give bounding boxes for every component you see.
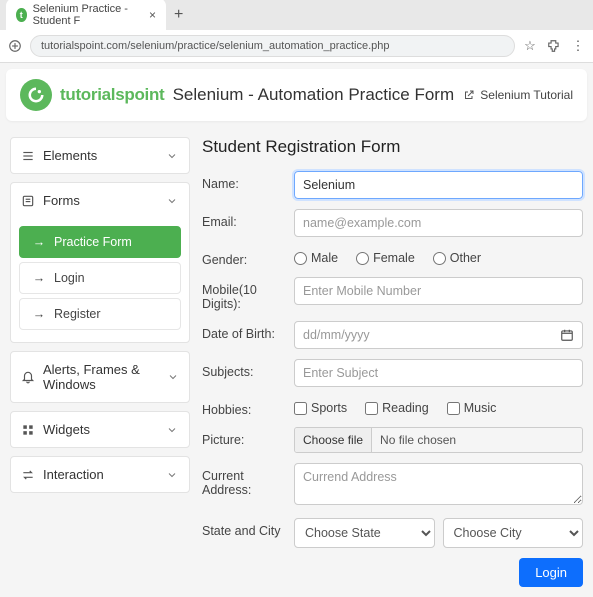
browser-tab[interactable]: t Selenium Practice - Student F × — [6, 0, 166, 32]
swap-icon — [21, 468, 35, 482]
main-form: Student Registration Form Name: Email: G… — [202, 137, 583, 587]
file-status: No file chosen — [372, 428, 464, 452]
email-input[interactable] — [294, 209, 583, 237]
section-label: Elements — [43, 148, 97, 163]
sidebar-section-widgets[interactable]: Widgets — [11, 412, 189, 447]
sidebar-item-label: Practice Form — [54, 235, 132, 249]
list-icon — [21, 149, 35, 163]
dob-input[interactable] — [294, 321, 583, 349]
tab-title: Selenium Practice - Student F — [33, 3, 143, 27]
bell-icon — [21, 370, 35, 384]
arrow-right-icon: → — [32, 235, 46, 249]
sidebar-section-alerts[interactable]: Alerts, Frames & Windows — [11, 352, 189, 402]
mobile-input[interactable] — [294, 277, 583, 305]
sidebar: Elements Forms → Practice Form — [10, 137, 190, 587]
label-name: Name: — [202, 171, 294, 191]
login-button[interactable]: Login — [519, 558, 583, 587]
choose-file-button[interactable]: Choose file — [295, 428, 372, 452]
brand-text: tutorialspoint — [60, 85, 164, 105]
chevron-down-icon — [165, 194, 179, 208]
chevron-down-icon — [167, 370, 179, 384]
site-header: tutorialspoint Selenium - Automation Pra… — [6, 69, 587, 121]
label-statecity: State and City — [202, 518, 294, 538]
label-address: Current Address: — [202, 463, 294, 497]
browser-chrome: t Selenium Practice - Student F × + tuto… — [0, 0, 593, 63]
extensions-icon[interactable] — [547, 39, 561, 53]
chevron-down-icon — [165, 149, 179, 163]
arrow-right-icon: → — [32, 271, 46, 285]
section-label: Alerts, Frames & Windows — [43, 362, 159, 392]
address-bar-row: tutorialspoint.com/selenium/practice/sel… — [0, 30, 593, 62]
form-heading: Student Registration Form — [202, 137, 583, 157]
city-select[interactable]: Choose City — [443, 518, 584, 548]
favicon-icon: t — [16, 8, 27, 22]
label-picture: Picture: — [202, 427, 294, 447]
sidebar-item-login[interactable]: → Login — [19, 262, 181, 294]
sidebar-section-forms[interactable]: Forms — [11, 183, 189, 218]
section-label: Widgets — [43, 422, 90, 437]
sidebar-item-practice-form[interactable]: → Practice Form — [19, 226, 181, 258]
section-label: Interaction — [43, 467, 104, 482]
hobby-music[interactable]: Music — [447, 401, 497, 415]
logo-icon — [20, 79, 52, 111]
label-subjects: Subjects: — [202, 359, 294, 379]
address-bar[interactable]: tutorialspoint.com/selenium/practice/sel… — [30, 35, 515, 57]
site-info-icon[interactable] — [8, 39, 22, 53]
gender-female[interactable]: Female — [356, 251, 415, 265]
tab-strip: t Selenium Practice - Student F × + — [0, 0, 593, 30]
hobby-reading[interactable]: Reading — [365, 401, 429, 415]
sidebar-item-label: Register — [54, 307, 101, 321]
label-email: Email: — [202, 209, 294, 229]
section-label: Forms — [43, 193, 80, 208]
file-input[interactable]: Choose file No file chosen — [294, 427, 583, 453]
arrow-right-icon: → — [32, 307, 46, 321]
chevron-down-icon — [165, 468, 179, 482]
sidebar-item-label: Login — [54, 271, 85, 285]
page-title: Selenium - Automation Practice Form — [172, 85, 454, 105]
menu-icon[interactable]: ⋮ — [571, 39, 585, 53]
label-hobbies: Hobbies: — [202, 397, 294, 417]
external-link-icon — [462, 88, 476, 102]
gender-other[interactable]: Other — [433, 251, 481, 265]
gender-male[interactable]: Male — [294, 251, 338, 265]
grid-icon — [21, 423, 35, 437]
sidebar-section-interaction[interactable]: Interaction — [11, 457, 189, 492]
subjects-input[interactable] — [294, 359, 583, 387]
chevron-down-icon — [165, 423, 179, 437]
hobby-sports[interactable]: Sports — [294, 401, 347, 415]
label-dob: Date of Birth: — [202, 321, 294, 341]
tutorial-link-label: Selenium Tutorial — [480, 88, 573, 102]
address-input[interactable] — [294, 463, 583, 505]
form-icon — [21, 194, 35, 208]
tutorial-link[interactable]: Selenium Tutorial — [462, 88, 573, 102]
new-tab-button[interactable]: + — [174, 6, 183, 24]
label-gender: Gender: — [202, 247, 294, 267]
name-input[interactable] — [294, 171, 583, 199]
label-mobile: Mobile(10 Digits): — [202, 277, 294, 311]
tab-close-icon[interactable]: × — [149, 8, 156, 22]
bookmark-icon[interactable]: ☆ — [523, 39, 537, 53]
state-select[interactable]: Choose State — [294, 518, 435, 548]
sidebar-section-elements[interactable]: Elements — [11, 138, 189, 173]
sidebar-item-register[interactable]: → Register — [19, 298, 181, 330]
